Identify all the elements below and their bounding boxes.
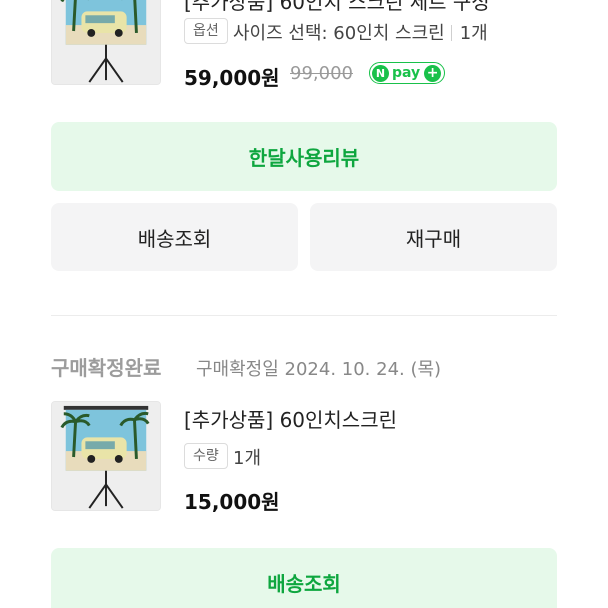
original-price: 99,000 [290,63,353,84]
track-delivery-button[interactable]: 배송조회 [51,548,557,608]
monthly-review-button[interactable]: 한달사용리뷰 [51,122,557,191]
quantity: 1개 [459,23,488,44]
confirm-date: 구매확정일 2024. 10. 24. (목) [196,359,442,380]
sale-price: 15,000원 [184,490,280,514]
track-delivery-label: 배송조회 [267,572,341,596]
plus-icon: + [424,64,442,82]
product-thumbnail[interactable] [51,401,161,511]
product-title-cut[interactable]: [추가상품] 60인치 스크린 세트 구성 [184,0,490,15]
option-text: 사이즈 선택: 60인치 스크린 [233,23,445,44]
sale-price: 59,000원 [184,66,280,90]
option-badge: 옵션 [184,18,228,44]
track-delivery-button[interactable]: 배송조회 [51,203,298,271]
order-divider [51,315,557,316]
quantity: 1개 [233,448,262,469]
order-status: 구매확정완료 [51,356,162,380]
product-thumbnail[interactable] [51,0,161,85]
npay-label: pay [392,65,421,81]
projector-screen-image [52,402,160,510]
npay-n-icon: N [372,64,389,82]
npay-plus-badge: N pay + [369,62,445,84]
product-title[interactable]: [추가상품] 60인치스크린 [184,404,397,433]
monthly-review-label: 한달사용리뷰 [248,146,360,170]
rebuy-button[interactable]: 재구매 [310,203,557,271]
separator [450,25,452,41]
track-delivery-label: 배송조회 [137,226,212,251]
quantity-badge: 수량 [184,443,228,469]
projector-screen-image [52,0,160,84]
rebuy-label: 재구매 [405,226,462,251]
option-text-row: 사이즈 선택: 60인치 스크린 1개 [233,19,488,45]
